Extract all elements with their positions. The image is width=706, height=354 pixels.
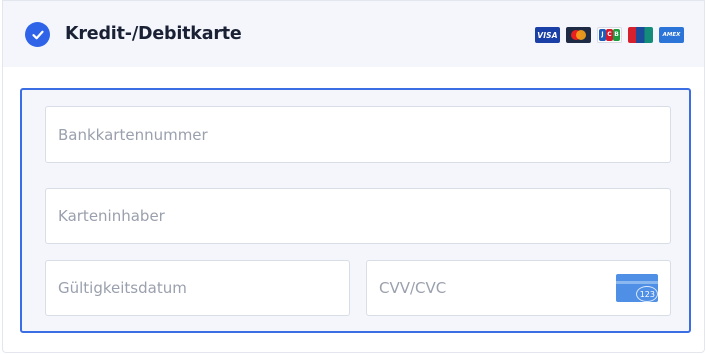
card-holder-field[interactable]: Karteninhaber [45, 188, 671, 244]
mastercard-icon [566, 27, 591, 43]
visa-icon: VISA [535, 27, 560, 43]
amex-label: AMEX [662, 32, 681, 38]
payment-method-panel: Kredit-/Debitkarte VISA J C B AMEX Bankk… [2, 0, 705, 353]
card-form: Bankkartennummer Karteninhaber Gültigkei… [20, 88, 691, 333]
jcb-letter: C [606, 29, 613, 41]
checkmark-icon [31, 30, 44, 39]
expiry-date-field[interactable]: Gültigkeitsdatum [45, 260, 350, 316]
unionpay-icon [628, 27, 653, 43]
card-brand-logos: VISA J C B AMEX [535, 27, 684, 43]
cvv-placeholder: CVV/CVC [379, 279, 447, 297]
amex-icon: AMEX [659, 27, 684, 43]
jcb-icon: J C B [597, 27, 622, 43]
payment-method-title: Kredit-/Debitkarte [65, 24, 242, 44]
cvv-card-icon: 123 [616, 274, 658, 302]
payment-method-header[interactable]: Kredit-/Debitkarte VISA J C B AMEX [3, 1, 704, 67]
cvv-icon-number: 123 [639, 290, 655, 299]
card-number-placeholder: Bankkartennummer [58, 125, 208, 144]
card-number-field[interactable]: Bankkartennummer [45, 106, 671, 163]
card-holder-placeholder: Karteninhaber [58, 207, 165, 225]
jcb-letter: B [613, 29, 620, 41]
check-icon[interactable] [25, 22, 50, 47]
expiry-date-placeholder: Gültigkeitsdatum [58, 279, 187, 297]
jcb-letter: J [599, 29, 606, 41]
visa-label: VISA [537, 30, 558, 40]
cvv-field[interactable]: CVV/CVC 123 [366, 260, 671, 316]
